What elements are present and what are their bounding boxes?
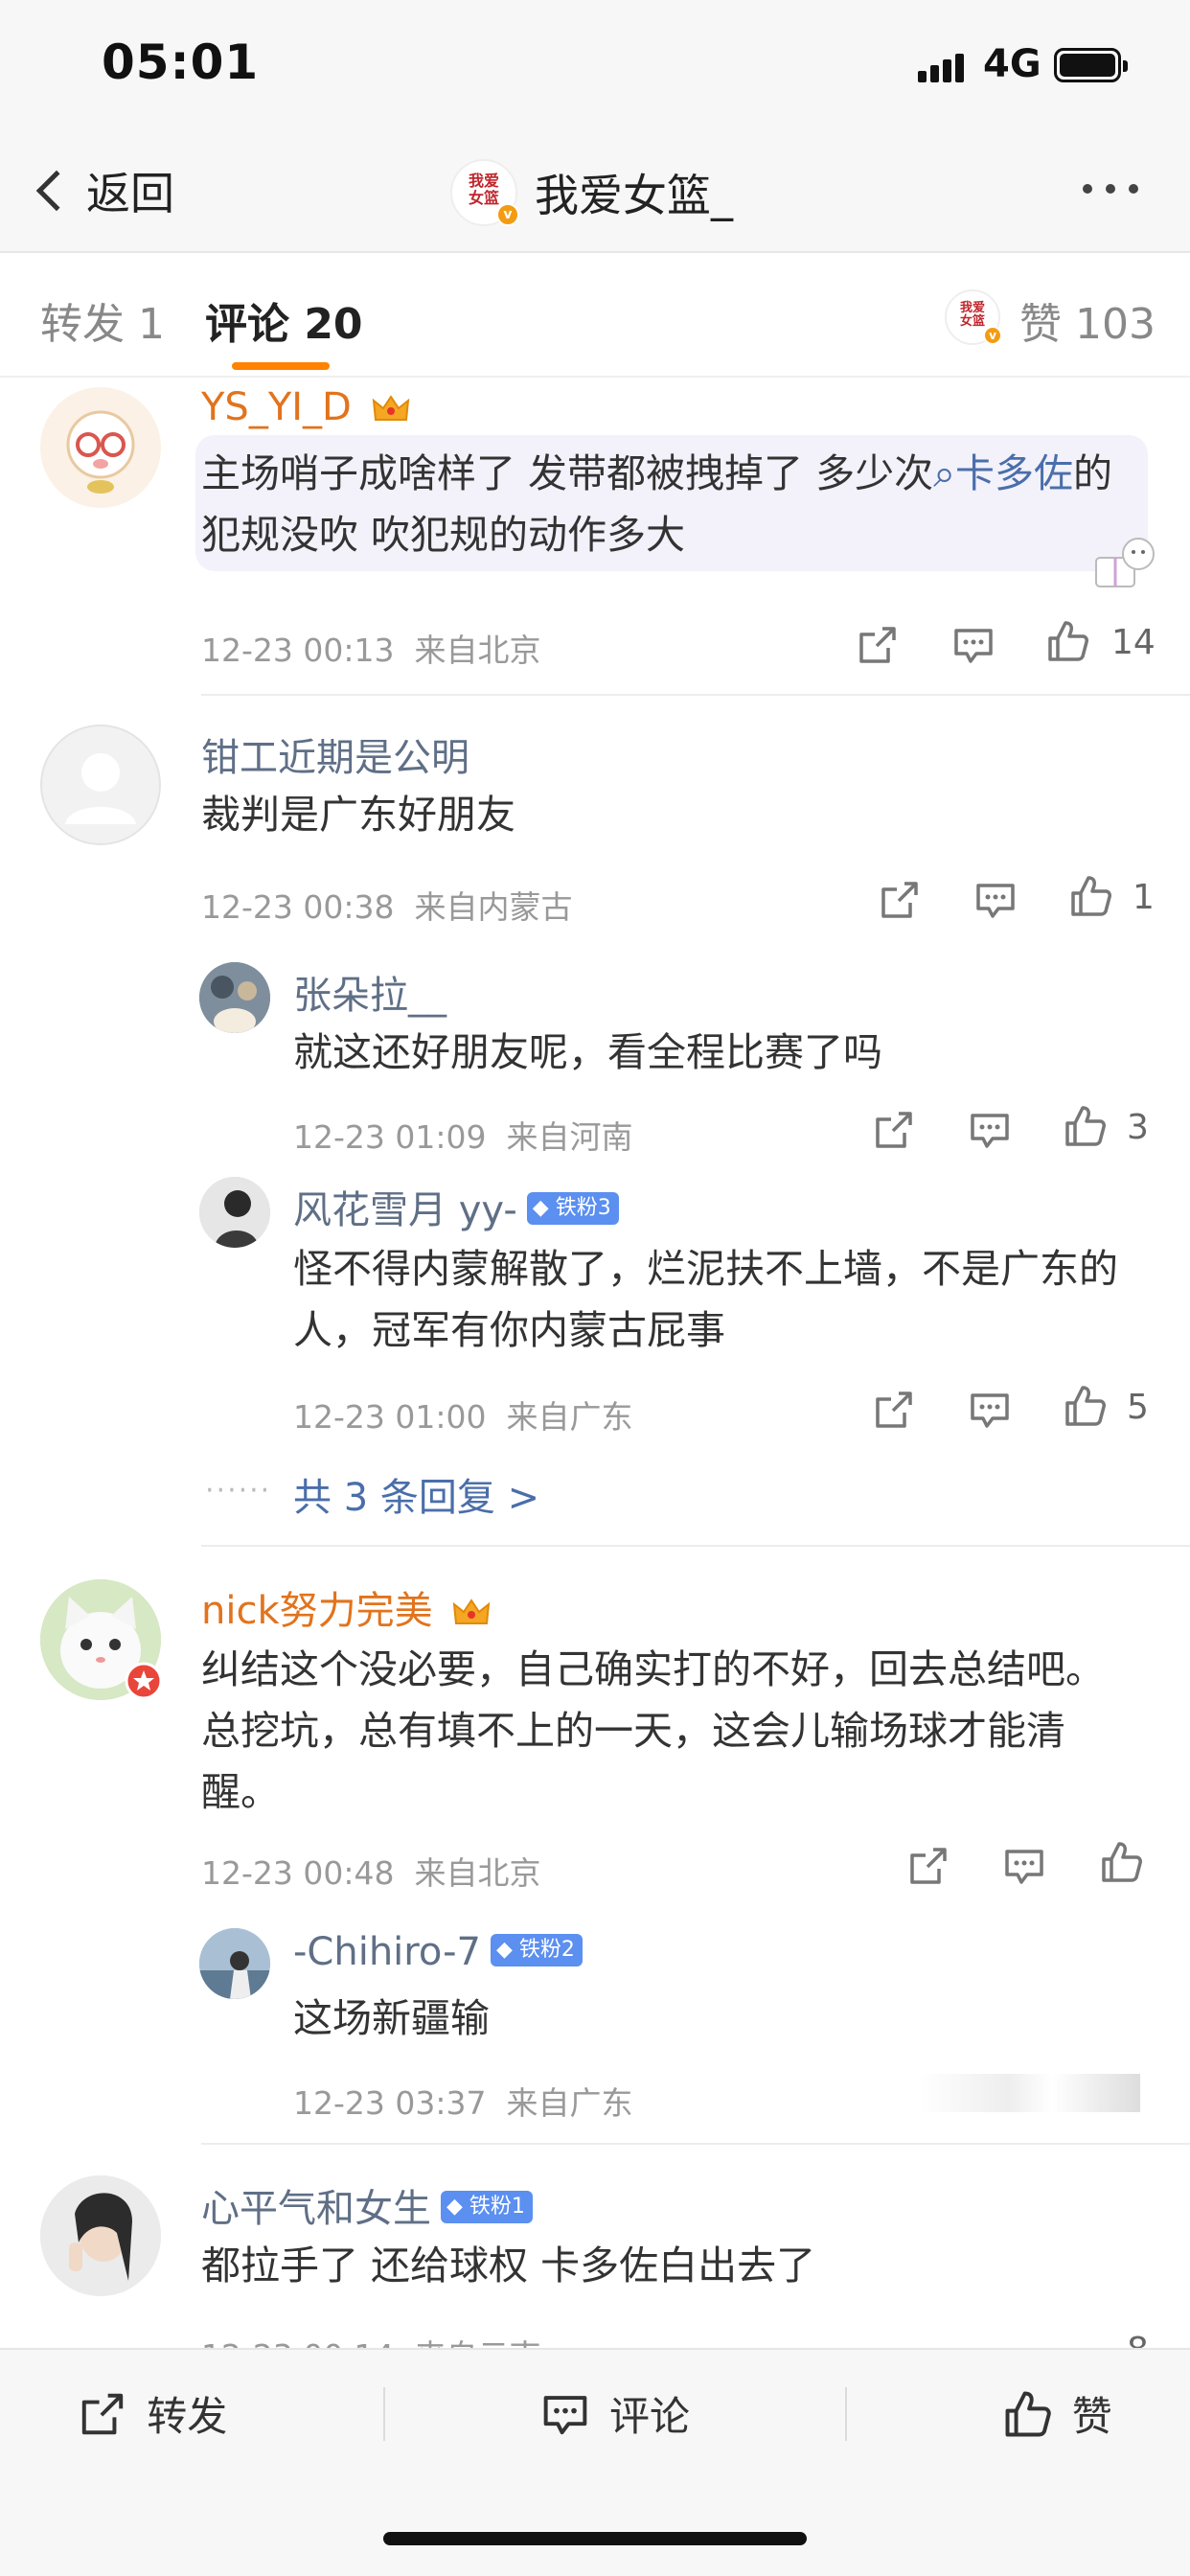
share-icon: [81, 2393, 124, 2434]
liker-avatar[interactable]: 我爱 女篮 v: [945, 289, 1002, 345]
divider: [201, 694, 1190, 696]
reply-username[interactable]: 张朵拉__: [293, 964, 446, 1020]
comment-username[interactable]: 钳工近期是公明: [201, 726, 469, 782]
tab-bar: [0, 255, 1190, 376]
like-button[interactable]: 赞: [1003, 2384, 1112, 2443]
comment-icon[interactable]: [1002, 1844, 1046, 1888]
sheep-avatar-icon: [40, 387, 161, 508]
comment-label: 评论: [608, 2393, 690, 2440]
topic-link[interactable]: 卡多佐: [955, 450, 1073, 496]
avatar[interactable]: [40, 387, 161, 508]
page-title[interactable]: 我爱女篮_: [535, 161, 733, 224]
tab-like[interactable]: 赞 103: [1019, 289, 1156, 351]
share-icon[interactable]: [872, 1108, 916, 1152]
comment-icon[interactable]: [951, 623, 995, 667]
comment-text: 纠结这个没必要，自己确实打的不好，回去总结吧。总挖坑，总有填不上的一天，这会儿输…: [201, 1646, 1105, 1815]
back-button[interactable]: 返回: [33, 157, 174, 224]
share-icon[interactable]: [906, 1844, 950, 1888]
reply-username[interactable]: -Chihiro-7 ◆ 铁粉2: [293, 1930, 583, 1974]
reply-text: 怪不得内蒙解散了，烂泥扶不上墙，不是广东的人，冠军有你内蒙古屁事: [293, 1246, 1118, 1353]
repost-button[interactable]: 转发: [78, 2384, 227, 2443]
like-count: 14: [1111, 623, 1156, 662]
like-icon[interactable]: [1100, 1840, 1144, 1884]
thread-dots: ······: [205, 1474, 272, 1507]
avatar[interactable]: [199, 1177, 270, 1248]
chevron-left-icon: [35, 170, 78, 212]
comment-text: 都拉手了 还给球权 卡多佐白出去了: [201, 2242, 816, 2288]
crown-icon: [453, 1598, 491, 1624]
comment-icon[interactable]: [973, 878, 1018, 922]
tab-repost[interactable]: 转发 1: [40, 289, 165, 351]
photo-avatar-icon: [40, 2175, 161, 2296]
like-icon[interactable]: [1064, 1104, 1108, 1148]
comment-text: 主场哨子成啥样了 发带都被拽掉了 多少次⌕卡多佐的犯规没吹 吹犯规的动作多大: [201, 450, 1113, 558]
crown-icon: [372, 395, 409, 421]
signal-icon: [918, 54, 966, 82]
fan-badge: ◆ 铁粉3: [526, 1192, 619, 1225]
comment-meta: 12-23 00:48 来自北京: [201, 1854, 541, 1892]
photo-avatar-icon: [199, 962, 270, 1033]
reply-text: 就这还好朋友呢，看全程比赛了吗: [293, 1029, 882, 1075]
divider: [845, 2386, 848, 2441]
reply-meta: 12-23 03:37 来自广东: [293, 2084, 633, 2122]
avatar[interactable]: [40, 2175, 161, 2296]
share-icon[interactable]: [872, 1388, 916, 1432]
account-avatar[interactable]: 我爱 女篮 v: [450, 159, 519, 226]
reply-username[interactable]: 风花雪月 yy- ◆ 铁粉3: [293, 1179, 619, 1234]
like-icon[interactable]: [1046, 619, 1090, 663]
fan-badge: ◆ 铁粉1: [441, 2191, 533, 2223]
avatar[interactable]: [199, 962, 270, 1033]
avatar-logo-text: 我爱 女篮: [468, 172, 499, 207]
comment-button[interactable]: 评论: [540, 2384, 690, 2443]
avatar[interactable]: [199, 1928, 270, 1999]
comment-meta: 12-23 00:38 来自内蒙古: [201, 888, 573, 926]
verified-icon: v: [983, 326, 1002, 345]
more-replies-link[interactable]: 共 3 条回复 >: [293, 1466, 539, 1522]
reply-text: 这场新疆输: [293, 1995, 490, 2041]
fan-badge: ◆ 铁粉2: [490, 1934, 583, 1966]
back-label: 返回: [86, 168, 174, 219]
default-avatar-icon: [40, 724, 161, 845]
like-count: 1: [1133, 878, 1155, 917]
comment-icon[interactable]: [968, 1108, 1012, 1152]
divider: [0, 376, 1190, 378]
share-icon[interactable]: [856, 623, 900, 667]
comment-icon: [543, 2395, 587, 2434]
share-icon[interactable]: [878, 878, 922, 922]
tab-comment[interactable]: 评论 20: [205, 289, 363, 351]
comment-username[interactable]: 心平气和女生 ◆ 铁粉1: [201, 2177, 533, 2233]
like-count: 5: [1127, 1388, 1149, 1427]
like-icon[interactable]: [1064, 1384, 1108, 1428]
avatar[interactable]: [40, 724, 161, 845]
comment-username[interactable]: nick努力完美: [201, 1579, 491, 1635]
photo-avatar-icon: [199, 1928, 270, 1999]
repost-label: 转发: [147, 2393, 228, 2440]
reply-meta: 12-23 01:09 来自河南: [293, 1118, 633, 1156]
member-badge-icon: [125, 1662, 163, 1700]
home-indicator[interactable]: [383, 2532, 807, 2545]
like-icon: [1005, 2391, 1051, 2436]
like-count: 3: [1127, 1108, 1149, 1147]
like-icon[interactable]: [1069, 874, 1113, 918]
comment-meta: 12-23 00:13 来自北京: [201, 632, 541, 669]
gift-decoration-icon: [1095, 538, 1155, 587]
comment-text: 裁判是广东好朋友: [201, 792, 515, 838]
comment-icon[interactable]: [968, 1388, 1012, 1432]
tab-active-indicator: [232, 362, 330, 370]
like-label: 赞: [1071, 2393, 1112, 2440]
loading-placeholder: [920, 2074, 1140, 2112]
divider: [382, 2386, 385, 2441]
network-label: 4G: [983, 42, 1041, 86]
reply-meta: 12-23 01:00 来自广东: [293, 1398, 633, 1436]
status-time: 05:01: [102, 34, 260, 90]
search-icon: ⌕: [933, 450, 956, 496]
divider: [201, 2143, 1190, 2145]
battery-icon: [1054, 48, 1128, 82]
verified-icon: v: [496, 203, 519, 226]
comment-username[interactable]: YS_YI_D: [201, 385, 410, 429]
divider: [201, 1545, 1190, 1547]
photo-avatar-icon: [199, 1177, 270, 1248]
more-button[interactable]: [1083, 184, 1138, 194]
